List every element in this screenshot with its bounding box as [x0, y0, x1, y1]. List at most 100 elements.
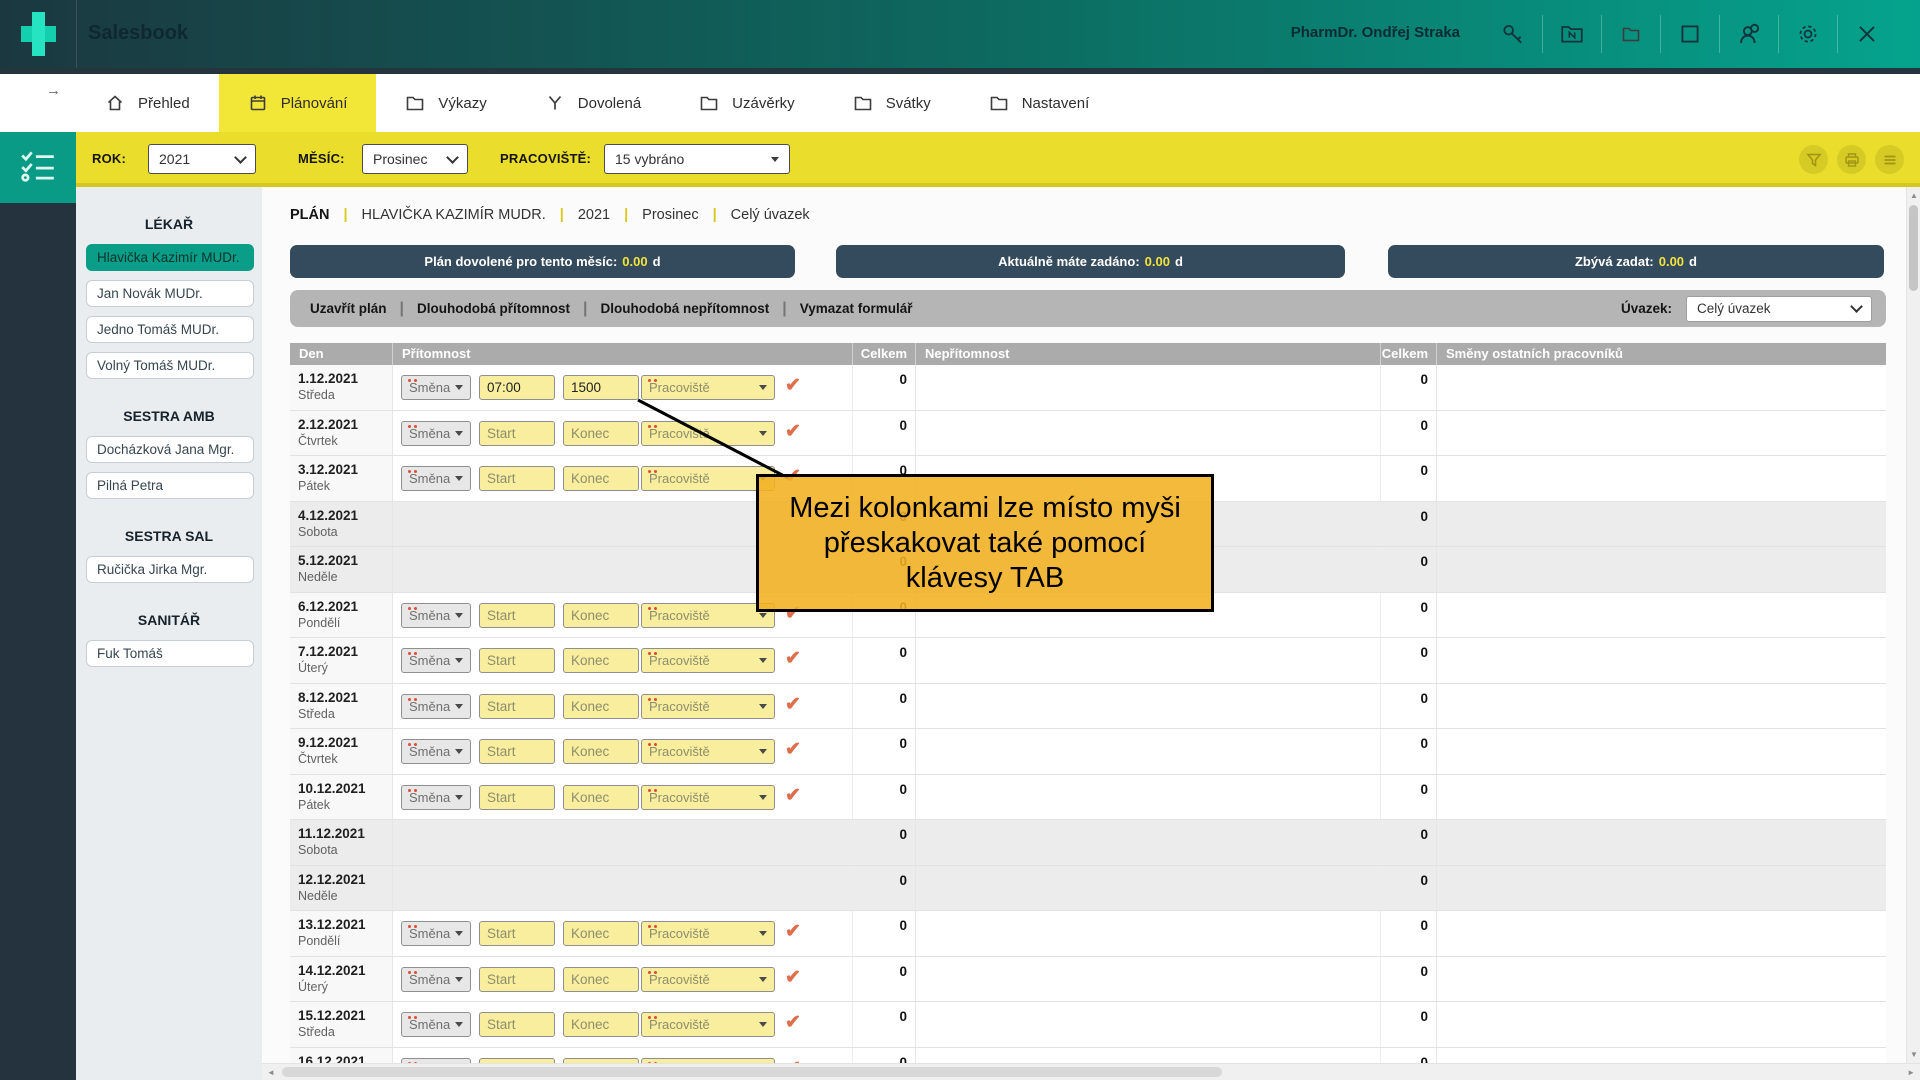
nav-tab[interactable]: Svátky	[824, 74, 960, 132]
folder-icon	[405, 93, 425, 113]
close-icon[interactable]	[1852, 19, 1882, 49]
confirm-check-icon[interactable]: ✔	[785, 420, 801, 443]
workplace-select[interactable]: Pracoviště	[641, 375, 775, 400]
workplace-select[interactable]: Pracoviště	[641, 694, 775, 719]
shift-select[interactable]: Směna	[401, 785, 471, 810]
start-input[interactable]	[479, 648, 555, 673]
window-icon[interactable]	[1675, 19, 1705, 49]
folder-n-icon[interactable]	[1557, 19, 1587, 49]
confirm-check-icon[interactable]: ✔	[785, 647, 801, 670]
filter-button[interactable]	[1799, 145, 1828, 174]
shift-select[interactable]: Směna	[401, 739, 471, 764]
workplace-select[interactable]: Pracoviště	[641, 421, 775, 446]
start-input[interactable]	[479, 739, 555, 764]
shift-select[interactable]: Směna	[401, 694, 471, 719]
staff-item[interactable]: Fuk Tomáš	[86, 640, 254, 667]
user-name[interactable]: PharmDr. Ondřej Straka	[1291, 24, 1460, 41]
end-input[interactable]	[563, 1012, 639, 1037]
workplace-select[interactable]: Pracoviště	[641, 739, 775, 764]
end-input[interactable]	[563, 421, 639, 446]
confirm-check-icon[interactable]: ✔	[785, 966, 801, 989]
staff-item[interactable]: Volný Tomáš MUDr.	[86, 352, 254, 379]
end-input[interactable]	[563, 603, 639, 628]
toolbar-action[interactable]: Dlouhodobá přítomnost	[417, 301, 570, 316]
confirm-check-icon[interactable]: ✔	[785, 693, 801, 716]
confirm-check-icon[interactable]: ✔	[785, 784, 801, 807]
start-input[interactable]	[479, 694, 555, 719]
shift-select[interactable]: Směna	[401, 967, 471, 992]
end-input[interactable]	[563, 375, 639, 400]
start-input[interactable]	[479, 466, 555, 491]
staff-item[interactable]: Ručička Jirka Mgr.	[86, 556, 254, 583]
vertical-scroll-thumb[interactable]	[1909, 205, 1918, 291]
end-input[interactable]	[563, 694, 639, 719]
shift-select[interactable]: Směna	[401, 466, 471, 491]
workplace-select[interactable]: Pracoviště	[641, 1012, 775, 1037]
horizontal-scroll-thumb[interactable]	[282, 1067, 1222, 1077]
year-label: ROK:	[92, 151, 126, 166]
user-search-icon[interactable]	[1734, 19, 1764, 49]
scroll-right-icon[interactable]: ►	[1907, 1068, 1915, 1077]
staff-item[interactable]: Pilná Petra	[86, 472, 254, 499]
nav-tab[interactable]: Plánování	[219, 74, 377, 132]
year-select[interactable]: 2021	[148, 144, 256, 174]
end-input[interactable]	[563, 648, 639, 673]
start-input[interactable]	[479, 1012, 555, 1037]
vertical-scrollbar[interactable]: ▲ ▼	[1906, 187, 1920, 1063]
summary-pill: Aktuálně máte zadáno:0.00d	[836, 245, 1345, 278]
confirm-check-icon[interactable]: ✔	[785, 1011, 801, 1034]
horizontal-scrollbar[interactable]: ◄ ►	[262, 1063, 1920, 1080]
staff-item[interactable]: Docházková Jana Mgr.	[86, 436, 254, 463]
shift-select[interactable]: Směna	[401, 1012, 471, 1037]
workplace-select[interactable]: Pracoviště	[641, 921, 775, 946]
nav-tab[interactable]: Přehled	[76, 74, 219, 132]
menu-button[interactable]	[1875, 145, 1904, 174]
scroll-down-icon[interactable]: ▼	[1907, 1050, 1920, 1059]
nav-tab[interactable]: Uzávěrky	[670, 74, 824, 132]
nav-tab[interactable]: Nastavení	[960, 74, 1119, 132]
shift-select[interactable]: Směna	[401, 921, 471, 946]
nav-tab[interactable]: Výkazy	[376, 74, 515, 132]
toolbar-action[interactable]: Vymazat formulář	[800, 301, 913, 316]
workplace-select[interactable]: Pracoviště	[641, 648, 775, 673]
confirm-check-icon[interactable]: ✔	[785, 374, 801, 397]
end-input[interactable]	[563, 739, 639, 764]
scroll-up-icon[interactable]: ▲	[1907, 191, 1920, 200]
start-input[interactable]	[479, 603, 555, 628]
key-icon[interactable]	[1498, 19, 1528, 49]
confirm-check-icon[interactable]: ✔	[785, 738, 801, 761]
scroll-left-icon[interactable]: ◄	[267, 1068, 275, 1077]
workplace-select[interactable]: Pracoviště	[641, 785, 775, 810]
end-input[interactable]	[563, 967, 639, 992]
checklist-badge[interactable]	[0, 132, 76, 203]
shift-select[interactable]: Směna	[401, 375, 471, 400]
start-input[interactable]	[479, 785, 555, 810]
confirm-check-icon[interactable]: ✔	[785, 920, 801, 943]
staff-item[interactable]: Hlavička Kazimír MUDr.	[86, 244, 254, 271]
month-select[interactable]: Prosinec	[362, 144, 468, 174]
end-input[interactable]	[563, 785, 639, 810]
shift-select[interactable]: Směna	[401, 421, 471, 446]
workplace-filter-select[interactable]: 15 vybráno	[604, 144, 790, 174]
staff-item[interactable]: Jan Novák MUDr.	[86, 280, 254, 307]
shift-select[interactable]: Směna	[401, 603, 471, 628]
workplace-select[interactable]: Pracoviště	[641, 466, 775, 491]
gear-icon[interactable]	[1793, 19, 1823, 49]
end-input[interactable]	[563, 466, 639, 491]
start-input[interactable]	[479, 421, 555, 446]
start-input[interactable]	[479, 921, 555, 946]
uvazek-select[interactable]: Celý úvazek	[1686, 296, 1872, 322]
end-input[interactable]	[563, 921, 639, 946]
toolbar-action[interactable]: Dlouhodobá nepřítomnost	[600, 301, 769, 316]
app-logo[interactable]	[0, 0, 77, 68]
staff-item[interactable]: Jedno Tomáš MUDr.	[86, 316, 254, 343]
printer-button[interactable]	[1837, 145, 1866, 174]
workplace-select[interactable]: Pracoviště	[641, 603, 775, 628]
workplace-select[interactable]: Pracoviště	[641, 967, 775, 992]
nav-tab[interactable]: Dovolená	[516, 74, 670, 132]
folder-icon[interactable]	[1616, 19, 1646, 49]
toolbar-action[interactable]: Uzavřít plán	[310, 301, 387, 316]
start-input[interactable]	[479, 967, 555, 992]
start-input[interactable]	[479, 375, 555, 400]
shift-select[interactable]: Směna	[401, 648, 471, 673]
